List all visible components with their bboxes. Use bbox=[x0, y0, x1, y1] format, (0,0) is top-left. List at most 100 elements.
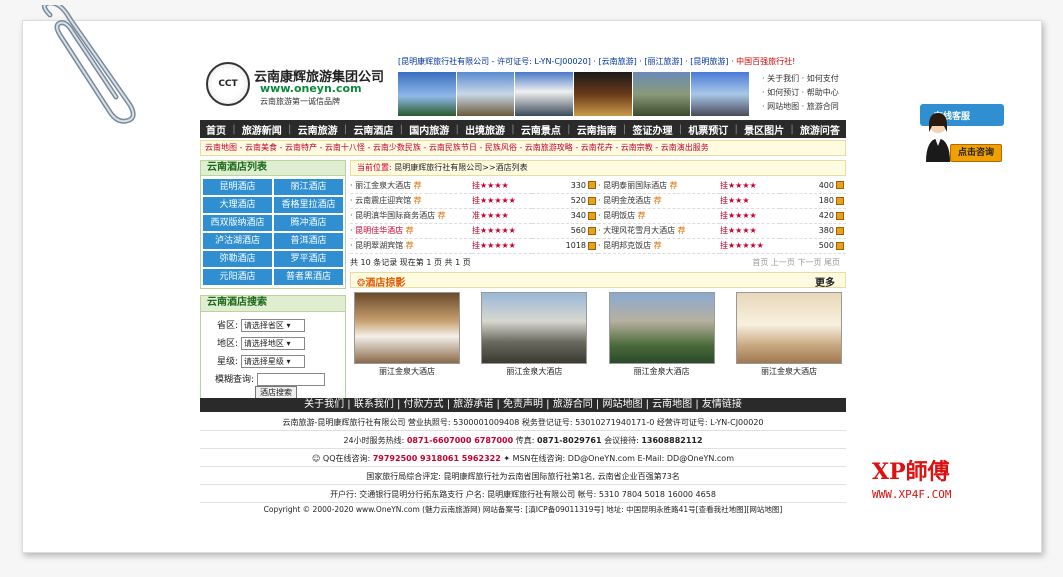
nav-item-photos[interactable]: 景区图片 bbox=[744, 122, 784, 137]
online-service-widget[interactable]: 在线客服 点击咨询 bbox=[920, 104, 1010, 166]
star-label: 星级: bbox=[217, 357, 239, 367]
qq-numbers[interactable]: 79792500 9318061 5962322 bbox=[373, 454, 501, 463]
hotel-name-link[interactable]: 昆明邦克饭店 bbox=[603, 241, 651, 250]
hotel-photo[interactable]: 丽江金泉大酒店 bbox=[479, 291, 589, 377]
star-select[interactable]: 请选择星级 ▾ bbox=[240, 355, 305, 368]
hotel-photo[interactable]: 丽江金泉大酒店 bbox=[352, 291, 462, 377]
top-link-hundred[interactable]: 中国百强旅行社! bbox=[736, 57, 795, 66]
province-select[interactable]: 请选择省区 ▾ bbox=[240, 319, 305, 332]
nav-item-scenic[interactable]: 云南景点 bbox=[521, 122, 561, 137]
booking-icon[interactable] bbox=[836, 196, 844, 205]
left-sidebar: 云南酒店列表 昆明酒店 丽江酒店 大理酒店 香格里拉酒店 西双版纳酒店 腾冲酒店… bbox=[200, 160, 346, 399]
hotel-name-link[interactable]: 丽江金泉大酒店 bbox=[355, 181, 411, 190]
booking-icon[interactable] bbox=[588, 181, 596, 190]
top-link-yunnan[interactable]: [云南旅游] bbox=[599, 57, 637, 66]
recommend-tag: 荐 bbox=[653, 196, 662, 205]
hotel-city-link[interactable]: 普洱酒店 bbox=[274, 233, 343, 249]
paperclip-icon bbox=[42, 5, 136, 124]
booking-icon[interactable] bbox=[588, 241, 596, 250]
hotel-city-link[interactable]: 丽江酒店 bbox=[274, 179, 343, 195]
booking-icon[interactable] bbox=[836, 241, 844, 250]
hotel-name-link[interactable]: 大理风花雪月大酒店 bbox=[603, 226, 675, 235]
hotel-price: 380 bbox=[818, 226, 834, 235]
area-value: 请选择地区 bbox=[243, 339, 284, 348]
recommend-tag: 荐 bbox=[405, 226, 414, 235]
hotel-city-link[interactable]: 元阳酒店 bbox=[203, 269, 272, 285]
hotel-city-link[interactable]: 西双版纳酒店 bbox=[203, 215, 272, 231]
hotel-photo-caption: 丽江金泉大酒店 bbox=[379, 366, 435, 376]
fuzzy-search-input[interactable] bbox=[256, 373, 325, 386]
hotel-city-link[interactable]: 昆明酒店 bbox=[203, 179, 272, 195]
nav-item-guide[interactable]: 云南指南 bbox=[577, 122, 617, 137]
logo-slogan: 云南旅游第一诚信品牌 bbox=[260, 97, 340, 106]
footer-online-line: ☺ QQ在线咨询: 79792500 9318061 5962322 ✦ MSN… bbox=[200, 453, 846, 464]
hotel-photo-caption: 丽江金泉大酒店 bbox=[633, 366, 690, 376]
email-address[interactable]: DD@OneYN.com bbox=[667, 454, 734, 463]
hotel-search-box: 云南酒店搜索 省区: 请选择省区 ▾ 地区: 请选择地区 ▾ 星级: 请选择星级… bbox=[200, 295, 346, 399]
booking-icon[interactable] bbox=[588, 211, 596, 220]
hotel-name-link[interactable]: 昆明滇华国际商务酒店 bbox=[355, 211, 435, 220]
hotel-photo-image bbox=[735, 291, 842, 364]
hotel-name-link[interactable]: 昆明泰丽国际酒店 bbox=[603, 181, 667, 190]
hotel-city-link[interactable]: 弥勒酒店 bbox=[203, 251, 272, 267]
hotel-city-link[interactable]: 泸沽湖酒店 bbox=[203, 233, 272, 249]
sub-nav-links[interactable]: 云南地图 - 云南美食 - 云南特产 - 云南十八怪 - 云南少数民族 - 云南… bbox=[200, 140, 846, 156]
booking-icon[interactable] bbox=[836, 226, 844, 235]
quick-link-row[interactable]: · 关于我们 · 如何支付 bbox=[762, 72, 846, 86]
breadcrumb-path[interactable]: 昆明康辉旅行社有限公司>>酒店列表 bbox=[394, 163, 527, 172]
nav-item-visa[interactable]: 签证办理 bbox=[633, 122, 673, 137]
hotel-photo-row: 丽江金泉大酒店 丽江金泉大酒店 丽江金泉大酒店 丽江金泉大酒店 bbox=[350, 288, 846, 381]
recommend-tag: 荐 bbox=[437, 211, 446, 220]
booking-icon[interactable] bbox=[588, 196, 596, 205]
logo-mark: CCT bbox=[206, 62, 250, 106]
hotel-name-link[interactable]: 昆明翠湖宾馆 bbox=[355, 241, 403, 250]
xp-master-watermark: XP師傅 WWW.XP4F.COM bbox=[858, 448, 1008, 508]
click-consult-button[interactable]: 点击咨询 bbox=[950, 144, 1002, 162]
hotel-city-link[interactable]: 香格里拉酒店 bbox=[274, 197, 343, 213]
site-logo[interactable]: CCT 云南康辉旅游集团公司 www.oneyn.com 云南旅游第一诚信品牌 bbox=[204, 60, 394, 110]
nav-item-outbound[interactable]: 出境旅游 bbox=[465, 122, 505, 137]
quick-link-row[interactable]: · 如何预订 · 帮助中心 bbox=[762, 86, 846, 100]
quick-link-row[interactable]: · 网站地图 · 旅游合同 bbox=[762, 100, 846, 114]
nav-item-qa[interactable]: 旅游问答 bbox=[800, 122, 840, 137]
footer-nav[interactable]: 关于我们 | 联系我们 | 付款方式 | 旅游承诺 | 免责声明 | 旅游合同 … bbox=[200, 398, 846, 412]
footer-copyright: Copyright © 2000-2020 www.OneYN.com (魅力云… bbox=[263, 505, 783, 514]
hotel-photos-header: ❂酒店掠影 更多 bbox=[350, 271, 846, 289]
footer-divider bbox=[200, 448, 846, 449]
banner-photo bbox=[574, 72, 632, 116]
hotel-name-link[interactable]: 昆明饭店 bbox=[603, 211, 635, 220]
recommend-tag: 荐 bbox=[669, 180, 678, 190]
hotel-city-link[interactable]: 腾冲酒店 bbox=[274, 215, 343, 231]
footer-divider bbox=[200, 484, 846, 485]
banner-photo bbox=[632, 72, 691, 116]
nav-item-flights[interactable]: 机票预订 bbox=[688, 122, 728, 137]
area-select[interactable]: 请选择地区 ▾ bbox=[240, 337, 305, 350]
nav-item-domestic[interactable]: 国内旅游 bbox=[409, 122, 449, 137]
hotel-city-link[interactable]: 罗平酒店 bbox=[274, 251, 343, 267]
banner-photo bbox=[456, 72, 515, 116]
nav-item-hotels[interactable]: 云南酒店 bbox=[353, 122, 393, 137]
hotel-name-link[interactable]: 昆明金茂酒店 bbox=[603, 196, 651, 205]
hotel-name-link[interactable]: 云南震庄迎宾馆 bbox=[355, 196, 411, 205]
pager-links[interactable]: 首页 上一页 下一页 尾页 bbox=[752, 256, 840, 270]
hotel-city-grid: 昆明酒店 丽江酒店 大理酒店 香格里拉酒店 西双版纳酒店 腾冲酒店 泸沽湖酒店 … bbox=[200, 176, 346, 289]
hotel-photo[interactable]: 丽江金泉大酒店 bbox=[607, 291, 717, 377]
msn-address[interactable]: DD@OneYN.com bbox=[568, 454, 635, 463]
meeting-label: 会议接待: bbox=[604, 436, 639, 445]
booking-icon[interactable] bbox=[836, 211, 844, 220]
nav-item-yunnan-travel[interactable]: 云南旅游 bbox=[298, 122, 338, 137]
booking-icon[interactable] bbox=[836, 181, 844, 190]
hotel-city-link[interactable]: 大理酒店 bbox=[203, 197, 272, 213]
top-link-lijiang[interactable]: [丽江旅游] bbox=[644, 57, 682, 66]
nav-item-home[interactable]: 首页 bbox=[206, 122, 226, 137]
booking-icon[interactable] bbox=[588, 226, 596, 235]
more-link[interactable]: 更多 bbox=[815, 274, 835, 289]
top-link-kunming[interactable]: [昆明旅游] bbox=[690, 57, 728, 66]
breadcrumb: 当前位置: 昆明康辉旅行社有限公司>>酒店列表 bbox=[350, 160, 846, 176]
hotel-city-link[interactable]: 普者黑酒店 bbox=[274, 269, 343, 285]
fax-label: 传真: bbox=[515, 436, 535, 445]
nav-item-news[interactable]: 旅游新闻 bbox=[242, 122, 282, 137]
hotel-name-link[interactable]: 昆明佳华酒店 bbox=[355, 226, 403, 235]
top-link-company[interactable]: [昆明康辉旅行社有限公司 - 许可证号: L-YN-CJ00020] bbox=[398, 57, 591, 66]
hotel-photo[interactable]: 丽江金泉大酒店 bbox=[734, 291, 844, 377]
